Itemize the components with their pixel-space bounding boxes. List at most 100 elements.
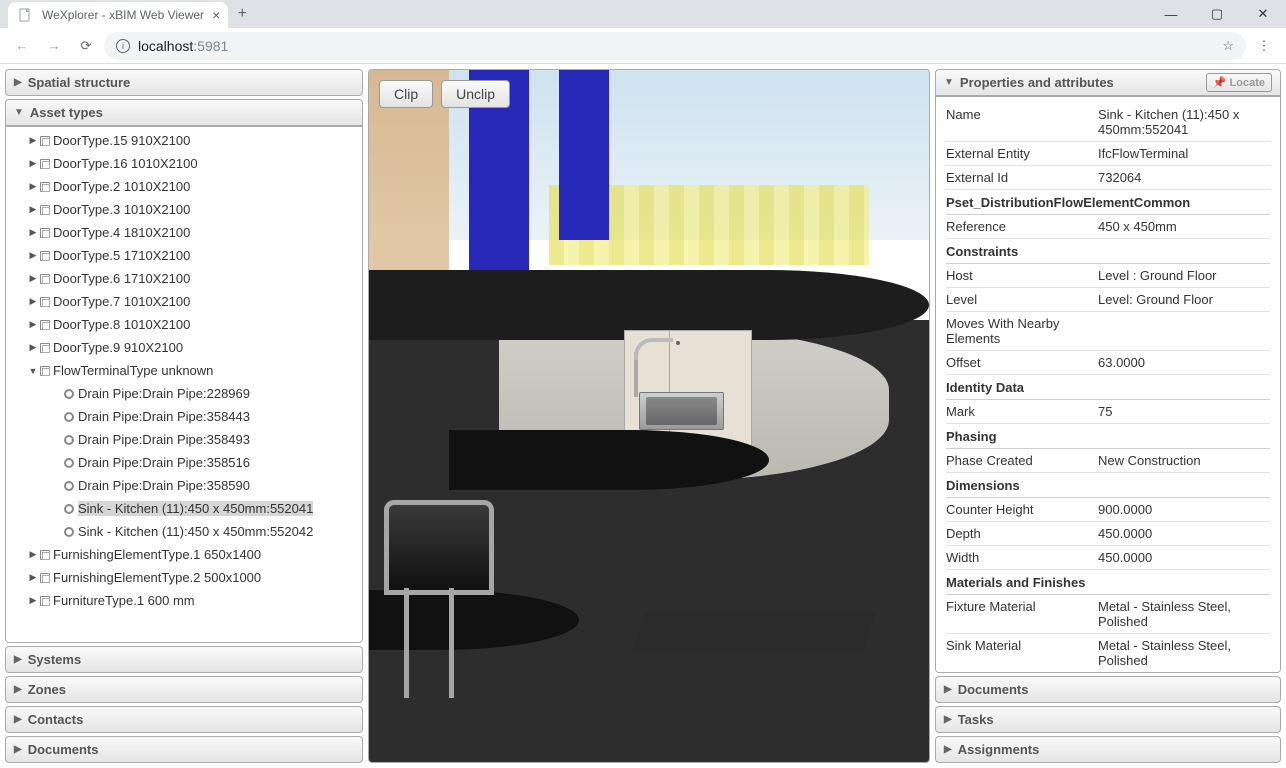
tree-item[interactable]: ▶ FurnishingElementType.1 650x1400 xyxy=(6,543,362,566)
tree-item[interactable]: Drain Pipe:Drain Pipe:228969 xyxy=(6,382,362,405)
tree-item[interactable]: ▶DoorType.3 1010X2100 xyxy=(6,198,362,221)
chevron-right-icon[interactable]: ▶ xyxy=(28,273,38,284)
tree-item[interactable]: ▶ DoorType.5 1710X2100 xyxy=(6,244,362,267)
tree-item-label: DoorType.16 1010X2100 xyxy=(53,156,198,171)
tree-item[interactable]: ▶ FurnishingElementType.2 500x1000 xyxy=(6,566,362,589)
tree-item-label: DoorType.4 1810X2100 xyxy=(53,225,190,240)
panel-properties[interactable]: ▼ Properties and attributes 📌 Locate xyxy=(935,69,1281,96)
chevron-right-icon[interactable]: ▶ xyxy=(28,227,38,238)
forward-button[interactable]: → xyxy=(40,32,68,60)
tree-item[interactable]: ▶ DoorType.4 1810X2100 xyxy=(6,221,362,244)
chevron-right-icon[interactable]: ▶ xyxy=(28,204,38,215)
locate-button[interactable]: 📌 Locate xyxy=(1206,73,1272,92)
panel-tasks[interactable]: ▶Tasks xyxy=(935,706,1281,733)
property-key: Moves With Nearby Elements xyxy=(946,316,1098,346)
panel-documents-left[interactable]: ▶Documents xyxy=(5,736,363,763)
tree-item[interactable]: Sink - Kitchen (11):450 x 450mm:552041 xyxy=(6,497,362,520)
chevron-down-icon[interactable]: ▼ xyxy=(28,366,38,376)
reload-button[interactable]: ⟳ xyxy=(72,32,100,60)
chevron-right-icon[interactable]: ▶ xyxy=(28,181,38,192)
browser-tab[interactable]: WeXplorer - xBIM Web Viewer × xyxy=(8,2,228,28)
chevron-right-icon[interactable]: ▶ xyxy=(28,342,38,353)
panel-zones[interactable]: ▶Zones xyxy=(5,676,363,703)
asset-types-tree[interactable]: ▶ DoorType.15 910X2100 ▶ DoorType.16 1010X2… xyxy=(5,126,363,643)
chevron-right-icon[interactable]: ▶ xyxy=(28,135,38,146)
type-icon xyxy=(40,136,50,146)
property-row: HostLevel : Ground Floor xyxy=(946,264,1270,288)
unclip-button[interactable]: Unclip xyxy=(441,80,510,108)
type-icon xyxy=(40,159,50,169)
property-row: LevelLevel: Ground Floor xyxy=(946,288,1270,312)
tree-item[interactable]: ▶DoorType.9 910X2100 xyxy=(6,336,362,359)
property-value: Level : Ground Floor xyxy=(1098,268,1270,283)
chevron-right-icon[interactable]: ▶ xyxy=(28,319,38,330)
site-info-icon[interactable]: i xyxy=(116,39,130,53)
new-tab-button[interactable]: + xyxy=(228,0,256,28)
type-icon xyxy=(40,182,50,192)
address-bar[interactable]: i localhost:5981 ☆ xyxy=(104,32,1246,60)
tree-item-label: DoorType.5 1710X2100 xyxy=(53,248,190,263)
property-key: Counter Height xyxy=(946,502,1098,517)
tree-item[interactable]: ▶DoorType.8 1010X2100 xyxy=(6,313,362,336)
property-group-header: Constraints xyxy=(946,239,1270,264)
star-icon[interactable]: ☆ xyxy=(1222,38,1234,54)
clip-button[interactable]: Clip xyxy=(379,80,433,108)
viewport-3d[interactable]: Clip Unclip xyxy=(368,69,930,763)
property-value: 732064 xyxy=(1098,170,1270,185)
panel-asset-types[interactable]: ▼ Asset types xyxy=(5,99,363,126)
tree-item[interactable]: ▶DoorType.6 1710X2100 xyxy=(6,267,362,290)
tree-item-label: Drain Pipe:Drain Pipe:358443 xyxy=(78,409,250,424)
property-row: Depth450.0000 xyxy=(946,522,1270,546)
chevron-right-icon[interactable]: ▶ xyxy=(28,549,38,560)
tree-item[interactable]: Drain Pipe:Drain Pipe:358443 xyxy=(6,405,362,428)
panel-systems[interactable]: ▶Systems xyxy=(5,646,363,673)
chevron-right-icon[interactable]: ▶ xyxy=(28,250,38,261)
tree-item[interactable]: ▶ DoorType.16 1010X2100 xyxy=(6,152,362,175)
scene-canvas[interactable] xyxy=(369,70,929,762)
minimize-button[interactable]: — xyxy=(1148,0,1194,28)
property-value: IfcFlowTerminal xyxy=(1098,146,1270,161)
property-key: Name xyxy=(946,107,1098,137)
chevron-right-icon: ▶ xyxy=(14,654,22,665)
tree-item-label: Drain Pipe:Drain Pipe:358493 xyxy=(78,432,250,447)
chevron-right-icon[interactable]: ▶ xyxy=(28,296,38,307)
tree-item[interactable]: ▶ DoorType.15 910X2100 xyxy=(6,129,362,152)
tree-item[interactable]: ▶DoorType.7 1010X2100 xyxy=(6,290,362,313)
tree-item-label: FurnishingElementType.2 500x1000 xyxy=(53,570,261,585)
panel-spatial-structure[interactable]: ▶ Spatial structure xyxy=(5,69,363,96)
menu-button[interactable]: ⋮ xyxy=(1250,32,1278,60)
back-button[interactable]: ← xyxy=(8,32,36,60)
property-key: Offset xyxy=(946,355,1098,370)
chevron-right-icon[interactable]: ▶ xyxy=(28,158,38,169)
window-controls: — ▢ ✕ xyxy=(1148,0,1286,28)
tree-item-label: DoorType.15 910X2100 xyxy=(53,133,190,148)
property-key: External Id xyxy=(946,170,1098,185)
property-value: Level: Ground Floor xyxy=(1098,292,1270,307)
tree-item[interactable]: ▶DoorType.2 1010X2100 xyxy=(6,175,362,198)
property-row: External Id732064 xyxy=(946,166,1270,190)
instance-icon xyxy=(64,412,74,422)
page-icon xyxy=(18,7,34,23)
panel-documents-right[interactable]: ▶Documents xyxy=(935,676,1281,703)
chevron-right-icon[interactable]: ▶ xyxy=(28,572,38,583)
tree-item[interactable]: Sink - Kitchen (11):450 x 450mm:552042 xyxy=(6,520,362,543)
tree-item[interactable]: Drain Pipe:Drain Pipe:358493 xyxy=(6,428,362,451)
type-icon xyxy=(40,251,50,261)
locate-label: Locate xyxy=(1230,77,1265,89)
properties-body[interactable]: NameSink - Kitchen (11):450 x 450mm:5520… xyxy=(935,96,1281,673)
chevron-right-icon[interactable]: ▶ xyxy=(28,595,38,606)
tree-item[interactable]: ▶FurnitureType.1 600 mm xyxy=(6,589,362,612)
tree-item[interactable]: ▼FlowTerminalType unknown xyxy=(6,359,362,382)
tree-item[interactable]: Drain Pipe:Drain Pipe:358516 xyxy=(6,451,362,474)
panel-contacts[interactable]: ▶Contacts xyxy=(5,706,363,733)
tree-item-label: FurnishingElementType.1 650x1400 xyxy=(53,547,261,562)
chevron-right-icon: ▶ xyxy=(14,684,22,695)
close-window-button[interactable]: ✕ xyxy=(1240,0,1286,28)
tab-close-icon[interactable]: × xyxy=(212,7,220,23)
maximize-button[interactable]: ▢ xyxy=(1194,0,1240,28)
panel-assignments[interactable]: ▶Assignments xyxy=(935,736,1281,763)
property-value: 450 x 450mm xyxy=(1098,219,1270,234)
property-group-header: Phasing xyxy=(946,424,1270,449)
tree-item[interactable]: Drain Pipe:Drain Pipe:358590 xyxy=(6,474,362,497)
instance-icon xyxy=(64,435,74,445)
